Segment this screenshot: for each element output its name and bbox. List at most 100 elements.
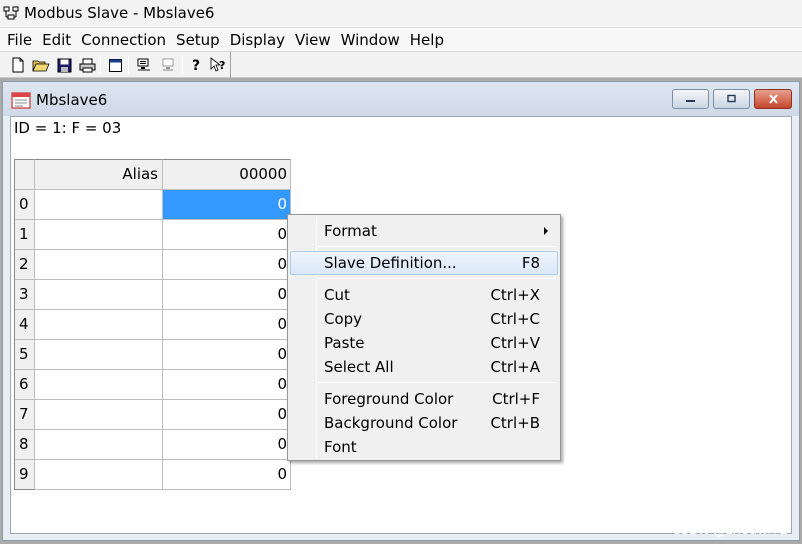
menu-edit[interactable]: Edit bbox=[37, 29, 76, 51]
row-header[interactable]: 3 bbox=[14, 280, 35, 310]
menu-item-cut[interactable]: Cut Ctrl+X bbox=[290, 283, 558, 307]
menu-separator bbox=[318, 278, 556, 279]
modbus-app-icon bbox=[3, 6, 19, 20]
close-button[interactable] bbox=[754, 89, 792, 109]
menu-help[interactable]: Help bbox=[405, 29, 449, 51]
new-icon[interactable] bbox=[8, 55, 28, 75]
print-icon[interactable] bbox=[77, 55, 97, 75]
register-value-cell[interactable]: 0 bbox=[163, 310, 291, 340]
svg-text:?: ? bbox=[219, 59, 225, 72]
submenu-arrow-icon bbox=[544, 227, 548, 235]
row-header[interactable]: 9 bbox=[14, 460, 35, 490]
alias-cell[interactable] bbox=[35, 460, 163, 490]
alias-cell[interactable] bbox=[35, 400, 163, 430]
register-value-cell[interactable]: 0 bbox=[163, 190, 291, 220]
row-header[interactable]: 7 bbox=[14, 400, 35, 430]
menu-item-label: Background Color bbox=[324, 414, 458, 432]
menu-item-label: Cut bbox=[324, 286, 350, 304]
toolbar-separator bbox=[100, 56, 101, 74]
menu-item-shortcut: F8 bbox=[521, 254, 540, 272]
close-icon bbox=[768, 94, 778, 104]
register-value-cell[interactable]: 0 bbox=[163, 220, 291, 250]
menu-item-slave-definition[interactable]: Slave Definition... F8 bbox=[290, 251, 558, 275]
menu-item-label: Slave Definition... bbox=[324, 254, 457, 272]
app-title-bar[interactable]: Modbus Slave - Mbslave6 bbox=[0, 0, 802, 28]
slave-status: ID = 1: F = 03 bbox=[14, 119, 122, 137]
menu-separator bbox=[318, 246, 556, 247]
register-value-cell[interactable]: 0 bbox=[163, 430, 291, 460]
row-header[interactable]: 8 bbox=[14, 430, 35, 460]
alias-cell[interactable] bbox=[35, 370, 163, 400]
register-value-cell[interactable]: 0 bbox=[163, 370, 291, 400]
register-value-cell[interactable]: 0 bbox=[163, 460, 291, 490]
menu-item-foreground-color[interactable]: Foreground Color Ctrl+F bbox=[290, 387, 558, 411]
menu-item-shortcut: Ctrl+A bbox=[490, 358, 540, 376]
menu-item-label: Paste bbox=[324, 334, 365, 352]
restore-button[interactable] bbox=[713, 89, 750, 109]
row-header[interactable]: 2 bbox=[14, 250, 35, 280]
menu-item-shortcut: Ctrl+F bbox=[492, 390, 540, 408]
register-value-cell[interactable]: 0 bbox=[163, 280, 291, 310]
row-header[interactable]: 5 bbox=[14, 340, 35, 370]
row-header[interactable]: 1 bbox=[14, 220, 35, 250]
row-header[interactable]: 0 bbox=[14, 190, 35, 220]
menu-view[interactable]: View bbox=[290, 29, 336, 51]
menu-item-label: Foreground Color bbox=[324, 390, 454, 408]
menu-setup[interactable]: Setup bbox=[171, 29, 225, 51]
menu-item-shortcut: Ctrl+V bbox=[490, 334, 540, 352]
menu-item-shortcut: Ctrl+C bbox=[490, 310, 540, 328]
connect-icon[interactable] bbox=[134, 55, 154, 75]
alias-cell[interactable] bbox=[35, 190, 163, 220]
help-icon[interactable]: ? bbox=[187, 55, 207, 75]
menu-display[interactable]: Display bbox=[225, 29, 290, 51]
menu-window[interactable]: Window bbox=[336, 29, 405, 51]
row-header[interactable]: 4 bbox=[14, 310, 35, 340]
register-value-cell[interactable]: 0 bbox=[163, 340, 291, 370]
alias-cell[interactable] bbox=[35, 280, 163, 310]
menu-item-copy[interactable]: Copy Ctrl+C bbox=[290, 307, 558, 331]
menu-item-paste[interactable]: Paste Ctrl+V bbox=[290, 331, 558, 355]
menu-item-shortcut: Ctrl+X bbox=[490, 286, 540, 304]
open-icon[interactable] bbox=[31, 55, 51, 75]
toolbar-end bbox=[230, 52, 231, 78]
grid-corner[interactable] bbox=[14, 159, 35, 190]
child-window-title: Mbslave6 bbox=[36, 91, 108, 109]
menu-item-shortcut: Ctrl+B bbox=[490, 414, 540, 432]
alias-cell[interactable] bbox=[35, 220, 163, 250]
menu-connection[interactable]: Connection bbox=[76, 29, 171, 51]
document-icon bbox=[11, 92, 31, 109]
column-header-alias[interactable]: Alias bbox=[35, 159, 163, 190]
menu-bar: File Edit Connection Setup Display View … bbox=[0, 28, 802, 52]
alias-cell[interactable] bbox=[35, 310, 163, 340]
menu-item-label: Select All bbox=[324, 358, 394, 376]
toolbar-separator bbox=[128, 56, 129, 74]
register-value-cell[interactable]: 0 bbox=[163, 250, 291, 280]
window-title: Modbus Slave - Mbslave6 bbox=[24, 4, 215, 22]
alias-cell[interactable] bbox=[35, 430, 163, 460]
toolbar-separator bbox=[182, 56, 183, 74]
menu-item-format[interactable]: Format bbox=[290, 219, 558, 243]
restore-icon bbox=[727, 94, 736, 103]
context-menu: Format Slave Definition... F8 Cut Ctrl+X… bbox=[287, 214, 561, 461]
child-title-bar[interactable]: Mbslave6 bbox=[3, 82, 799, 116]
menu-item-background-color[interactable]: Background Color Ctrl+B bbox=[290, 411, 558, 435]
menu-file[interactable]: File bbox=[0, 29, 37, 51]
menu-item-label: Font bbox=[324, 438, 357, 456]
minimize-icon bbox=[686, 100, 695, 102]
context-help-icon[interactable]: ? bbox=[209, 55, 229, 75]
svg-text:?: ? bbox=[192, 58, 200, 73]
alias-cell[interactable] bbox=[35, 250, 163, 280]
menu-item-select-all[interactable]: Select All Ctrl+A bbox=[290, 355, 558, 379]
column-header-address[interactable]: 00000 bbox=[163, 159, 291, 190]
row-header[interactable]: 6 bbox=[14, 370, 35, 400]
alias-cell[interactable] bbox=[35, 340, 163, 370]
menu-item-label: Copy bbox=[324, 310, 363, 328]
save-icon[interactable] bbox=[54, 55, 74, 75]
register-value-cell[interactable]: 0 bbox=[163, 400, 291, 430]
menu-item-font[interactable]: Font bbox=[290, 435, 558, 459]
watermark: CSDN @zhouwl72 bbox=[671, 523, 788, 538]
window-icon[interactable] bbox=[105, 55, 125, 75]
minimize-button[interactable] bbox=[672, 89, 709, 109]
menu-item-label: Format bbox=[324, 222, 377, 240]
disconnect-icon[interactable] bbox=[158, 55, 178, 75]
